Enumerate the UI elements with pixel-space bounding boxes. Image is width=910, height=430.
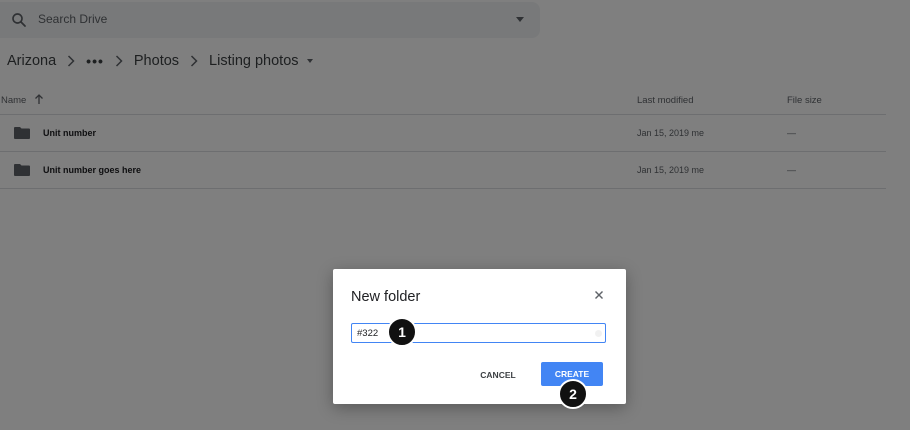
dialog-title: New folder bbox=[351, 289, 421, 305]
cancel-button[interactable]: CANCEL bbox=[473, 364, 523, 386]
step-marker-1: 1 bbox=[387, 317, 417, 347]
close-icon[interactable] bbox=[592, 288, 606, 302]
input-clear-icon[interactable] bbox=[595, 330, 602, 337]
step-marker-2: 2 bbox=[558, 379, 588, 409]
